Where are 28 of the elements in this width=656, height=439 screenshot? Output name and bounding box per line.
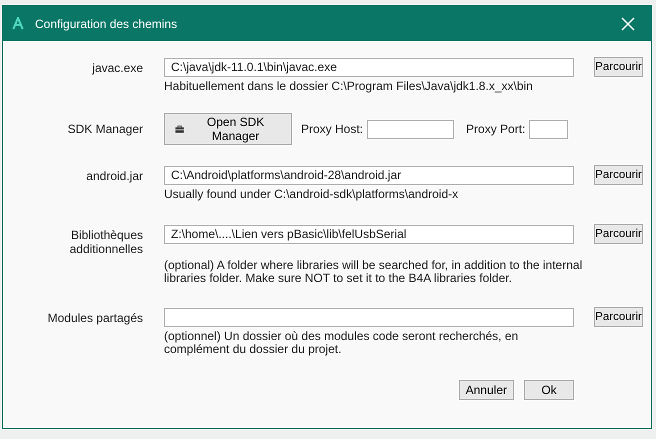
field-label: SDK Manager <box>66 121 143 136</box>
close-icon[interactable] <box>621 16 635 30</box>
proxy-host-field[interactable] <box>367 120 454 138</box>
cancel-button[interactable]: Annuler <box>458 380 514 400</box>
browse-button[interactable]: Parcourir <box>594 165 643 185</box>
browse-button[interactable]: Parcourir <box>594 224 643 244</box>
field-label: android.jar <box>85 168 143 183</box>
toolbox-icon <box>175 124 184 134</box>
ok-button[interactable]: Ok <box>524 380 574 400</box>
window-title: Configuration des chemins <box>35 16 178 30</box>
browse-button[interactable]: Parcourir <box>594 307 643 327</box>
hint-text: Usually found under C:\android-sdk\platforms\android-x <box>164 188 460 201</box>
field-label: Modules partagés <box>46 310 143 325</box>
app-logo-icon <box>11 17 25 30</box>
path-field[interactable] <box>164 308 574 327</box>
proxy-host-label: Proxy Host: <box>301 122 364 136</box>
proxy-port-field[interactable] <box>529 120 568 138</box>
browse-button[interactable]: Parcourir <box>594 57 643 77</box>
path-field[interactable]: C:\Android\platforms\android-28\android.jar <box>164 166 574 185</box>
open-sdk-manager-button[interactable]: Open SDK Manager <box>164 113 292 145</box>
field-label: Bibliothèques additionnelles <box>68 227 143 256</box>
field-label: javac.exe <box>91 60 143 75</box>
hint-text: Habituellement dans le dossier C:\Program Files\Java\jdk1.8.x_xx\bin <box>164 80 534 93</box>
hint-text: (optionnel) Un dossier où des modules code seront recherchés, en complément du dossier du projet. <box>164 330 520 356</box>
proxy-port-label: Proxy Port: <box>466 122 526 136</box>
hint-text: (optional) A folder where libraries will be searched for, in addition to the internal libraries folder. Make sure NOT to set it to the B4A libraries folder. <box>164 259 584 285</box>
path-field[interactable]: Z:\home\....\Lien vers pBasic\lib\felUsbSerial <box>164 225 574 244</box>
path-field[interactable]: C:\java\jdk-11.0.1\bin\javac.exe <box>164 58 574 77</box>
